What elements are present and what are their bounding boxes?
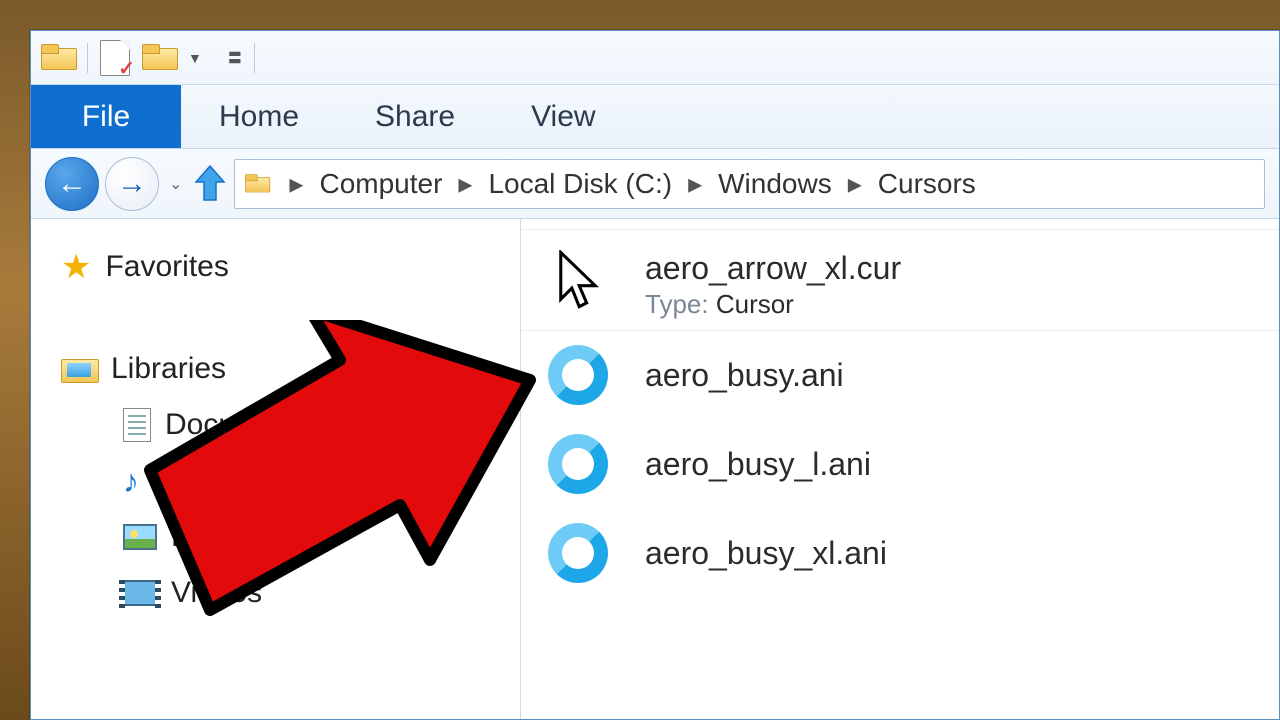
file-list: aero_arrow_xl.cur Type: Cursor aero_busy…	[521, 219, 1279, 719]
up-button[interactable]	[192, 162, 228, 206]
back-button[interactable]: ←	[45, 157, 99, 211]
star-icon: ★	[61, 247, 91, 287]
chevron-right-icon: ▸	[688, 167, 702, 200]
separator	[254, 43, 255, 73]
breadcrumb-item[interactable]: Cursors	[868, 168, 986, 200]
qat-properties-icon[interactable]	[100, 40, 130, 76]
sidebar-item-videos[interactable]: Videos	[61, 565, 520, 621]
tab-file[interactable]: File	[31, 85, 181, 148]
sidebar-item-documents[interactable]: Docu	[61, 397, 520, 453]
file-item[interactable]: aero_arrow_xl.cur Type: Cursor	[521, 229, 1279, 331]
sidebar-item-label: Docu	[165, 408, 235, 442]
breadcrumb-item[interactable]: Local Disk (C:)	[478, 168, 682, 200]
qat-overflow-icon[interactable]: 〓	[228, 48, 242, 68]
file-name: aero_busy.ani	[645, 357, 844, 394]
picture-icon	[123, 524, 157, 550]
chevron-right-icon: ▸	[458, 167, 472, 200]
breadcrumb-item[interactable]: Computer	[309, 168, 452, 200]
separator	[87, 43, 88, 73]
file-name: aero_busy_xl.ani	[645, 535, 887, 572]
sidebar-label: Libraries	[111, 352, 226, 386]
busy-cursor-icon	[541, 434, 615, 494]
sidebar-item-music[interactable]: ♪	[61, 453, 520, 509]
sidebar-favorites[interactable]: ★ Favorites	[61, 239, 520, 295]
sidebar-libraries[interactable]: Libraries	[61, 341, 520, 397]
nav-pane: ★ Favorites Libraries Docu ♪ Pict	[31, 219, 521, 719]
address-bar[interactable]: ▸ Computer ▸ Local Disk (C:) ▸ Windows ▸…	[234, 159, 1265, 209]
tab-share[interactable]: Share	[337, 85, 493, 148]
libraries-icon	[61, 355, 97, 383]
content-area: ★ Favorites Libraries Docu ♪ Pict	[31, 219, 1279, 719]
explorer-window: ▼ 〓 File Home Share View ← → ⌄ ▸ Compute…	[30, 30, 1280, 720]
file-name: aero_arrow_xl.cur	[645, 250, 901, 287]
chevron-right-icon: ▸	[848, 167, 862, 200]
addressbar-folder-icon	[245, 174, 269, 194]
app-folder-icon	[41, 44, 75, 72]
forward-button[interactable]: →	[105, 157, 159, 211]
sidebar-item-label: Videos	[171, 576, 262, 610]
music-icon: ♪	[123, 463, 139, 500]
breadcrumb-item[interactable]: Windows	[708, 168, 842, 200]
file-item[interactable]: aero_busy_l.ani	[521, 420, 1279, 509]
cursor-file-icon	[541, 250, 615, 314]
busy-cursor-icon	[541, 523, 615, 583]
video-icon	[123, 580, 157, 606]
file-type-value: Cursor	[716, 289, 794, 319]
sidebar-item-pictures[interactable]: Pict	[61, 509, 520, 565]
navbar: ← → ⌄ ▸ Computer ▸ Local Disk (C:) ▸ Win…	[31, 149, 1279, 219]
file-item[interactable]: aero_busy_xl.ani	[521, 509, 1279, 598]
sidebar-label: Favorites	[105, 250, 228, 284]
qat-newfolder-icon[interactable]	[142, 44, 176, 72]
sidebar-item-label: Pict	[171, 520, 221, 554]
file-type-label: Type:	[645, 289, 709, 319]
qat-dropdown-icon[interactable]: ▼	[188, 50, 202, 66]
document-icon	[123, 408, 151, 442]
busy-cursor-icon	[541, 345, 615, 405]
titlebar: ▼ 〓	[31, 31, 1279, 85]
file-item[interactable]: aero_busy.ani	[521, 331, 1279, 420]
ribbon: File Home Share View	[31, 85, 1279, 149]
tab-home[interactable]: Home	[181, 85, 337, 148]
chevron-right-icon: ▸	[289, 167, 303, 200]
file-name: aero_busy_l.ani	[645, 446, 871, 483]
history-dropdown-icon[interactable]: ⌄	[169, 174, 182, 194]
tab-view[interactable]: View	[493, 85, 633, 148]
